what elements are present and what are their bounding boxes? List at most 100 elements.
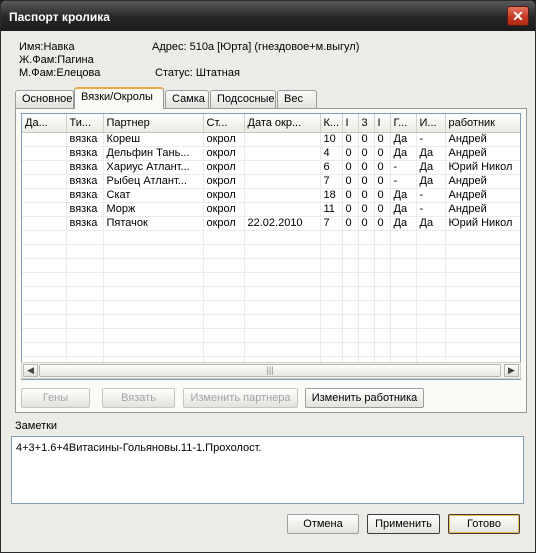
table-cell [22,328,67,343]
table-cell: - [416,188,446,203]
notes-textarea[interactable]: 4+3+1.6+4Витасины-Гольяновы.11-1.Прохоло… [11,436,524,504]
table-cell: Хариус Атлант... [103,160,204,175]
table-cell [320,258,343,273]
table-row[interactable]: вязка Кореш окрол 10 0 0 0 Да - Андрей [22,132,520,147]
table-cell: окрол [203,174,245,189]
table-cell [416,230,446,245]
column-header[interactable]: работник [445,114,520,133]
column-header[interactable]: Да... [22,114,67,133]
scroll-right-icon[interactable]: ▶ [504,364,519,377]
table-cell [203,244,245,259]
female-surname: М.Фам:Елецова [19,67,101,79]
table-cell: окрол [203,202,245,217]
tab-weight[interactable]: Вес [277,90,317,108]
table-cell [244,258,321,273]
scroll-thumb[interactable]: ||| [39,364,501,377]
table-cell: 0 [342,160,359,175]
table-cell [416,342,446,357]
table-cell [103,328,204,343]
table-cell: Да [390,132,417,147]
table-cell: 0 [358,202,375,217]
table-cell: 0 [358,188,375,203]
table-cell: Да [416,146,446,161]
table-cell: 6 [320,160,343,175]
column-header[interactable]: I [374,114,391,133]
table-cell: Да [416,160,446,175]
table-cell [374,230,391,245]
table-cell [320,286,343,301]
table-cell [244,230,321,245]
cancel-button[interactable]: Отмена [287,514,359,534]
matings-tab-panel: Да... Ти... Партнер Ст... Дата окр... К.… [15,108,527,413]
genes-button[interactable]: Гены [21,388,90,408]
empty-row [22,286,520,301]
mate-button[interactable]: Вязать [102,388,175,408]
table-cell [445,258,520,273]
tab-main[interactable]: Основное [15,90,74,108]
table-cell: Да [416,174,446,189]
table-cell [358,272,375,287]
column-header[interactable]: Ти... [66,114,104,133]
column-header[interactable]: Г... [390,114,417,133]
column-header[interactable]: 3 [358,114,375,133]
table-cell: 0 [342,216,359,231]
table-row[interactable]: вязка Хариус Атлант... окрол 6 0 0 0- Да Юрий Ни… [22,160,520,175]
table-row[interactable]: вязка Рыбец Атлант... окрол 7 0 0 0- Да Андрей [22,174,520,189]
table-cell [342,258,359,273]
table-row[interactable]: вязка Морж окрол 11 0 0 0 Да - Андрей [22,202,520,217]
table-cell [374,286,391,301]
horizontal-scrollbar[interactable]: ◀ ||| ▶ [21,362,521,379]
table-cell [320,328,343,343]
scroll-left-icon[interactable]: ◀ [23,364,38,377]
column-header[interactable]: Партнер [103,114,204,133]
table-cell: вязка [66,202,104,217]
change-worker-button[interactable]: Изменить работника [305,388,424,408]
tab-nursing[interactable]: Подсосные [210,90,276,108]
table-cell [320,314,343,329]
table-cell: - [416,202,446,217]
empty-row [22,272,520,287]
change-partner-button[interactable]: Изменить партнера [183,388,298,408]
table-row[interactable]: вязка Дельфин Тань... окрол 4 0 0 0 Да Да Андрей [22,146,520,161]
column-header[interactable]: Ст... [203,114,245,133]
table-cell [66,328,104,343]
tab-matings[interactable]: Вязки/Окролы [74,87,164,109]
column-header[interactable]: И... [416,114,446,133]
table-cell: 0 [374,174,391,189]
table-cell [22,230,67,245]
title-bar[interactable]: Паспорт кролика ✕ [1,1,535,31]
table-cell [22,286,67,301]
table-cell [103,314,204,329]
table-cell [22,132,67,147]
table-cell [244,272,321,287]
table-cell: 0 [342,202,359,217]
table-cell: Андрей [445,174,520,189]
close-icon[interactable]: ✕ [507,6,529,26]
matings-grid: Да... Ти... Партнер Ст... Дата окр... К.… [22,114,520,371]
column-header[interactable]: I [342,114,359,133]
table-cell [374,258,391,273]
table-cell [390,328,417,343]
table-cell [103,244,204,259]
table-row[interactable]: вязка Пятачок окрол 22.02.2010 7 0 0 0 Да Да Юрий … [22,216,520,231]
table-cell [320,342,343,357]
table-cell [203,342,245,357]
table-cell: 0 [374,132,391,147]
table-cell: Андрей [445,146,520,161]
column-header[interactable]: Дата окр... [244,114,321,133]
table-cell [390,244,417,259]
table-cell [445,244,520,259]
table-cell: - [390,160,417,175]
matings-table[interactable]: Да... Ти... Партнер Ст... Дата окр... К.… [21,113,521,380]
table-row[interactable]: вязка Скат окрол 18 0 0 0 Да - Андрей [22,188,520,203]
table-cell: 0 [358,160,375,175]
apply-button[interactable]: Применить [367,514,440,534]
column-header[interactable]: К... [320,114,343,133]
address-label: Адрес: 510а [Юрта] (гнездовое+м.выгул) [152,41,360,53]
table-cell: 0 [374,146,391,161]
table-cell [244,188,321,203]
done-button[interactable]: Готово [448,514,520,534]
table-cell: Юрий Никол [445,160,520,175]
tab-female[interactable]: Самка [165,90,209,108]
table-cell [22,342,67,357]
